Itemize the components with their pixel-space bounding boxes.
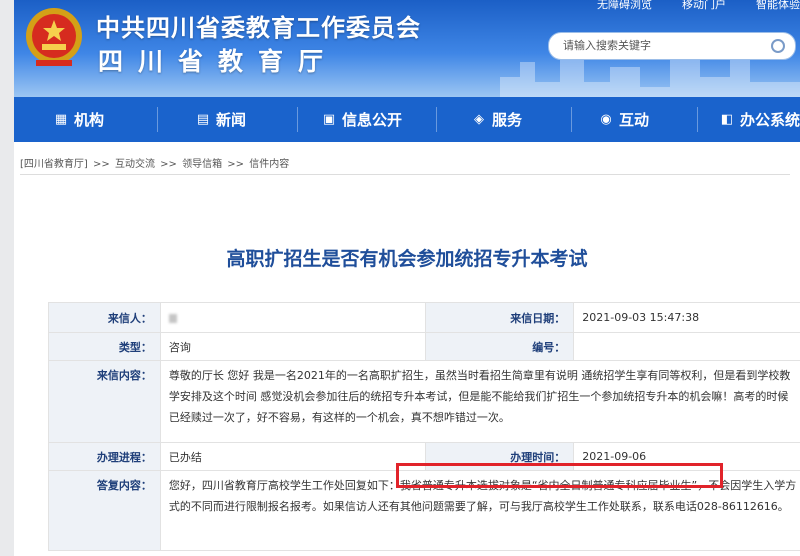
nav-label: 机构 [74, 111, 105, 129]
nav-divider [297, 107, 298, 132]
sender-value [159, 302, 427, 333]
site-title: 中共四川省委教育工作委员会 [96, 14, 421, 42]
reply-label: 答复内容： [48, 470, 161, 551]
nav-divider [697, 107, 698, 132]
top-links: 无障碍浏览 移动门户 智能体验 [597, 0, 800, 12]
table-row: 来信人： 来信日期： 2021-09-03 15:47:38 [48, 302, 800, 333]
page: 中共四川省委教育工作委员会 四川省教育厅 无障碍浏览 移动门户 智能体验 ▦ 机… [0, 0, 800, 556]
content-panel: [四川省教育厅] >> 互动交流 >> 领导信箱 >> 信件内容 高职扩招生是否… [14, 142, 800, 556]
letter-table: 来信人： 来信日期： 2021-09-03 15:47:38 类型： 咨询 编号… [48, 302, 800, 551]
nav-divider [436, 107, 437, 132]
search-box [548, 32, 796, 60]
number-label: 编号： [425, 332, 575, 361]
smart-experience-link[interactable]: 智能体验 [756, 0, 800, 12]
mobile-portal-link[interactable]: 移动门户 [682, 0, 726, 12]
content-value: 尊敬的厅长 您好 我是一名2021年的一名高职扩招生，虽然当时看招生简章里有说明… [159, 360, 800, 443]
nav-label: 信息公开 [342, 111, 403, 129]
breadcrumb-divider [20, 174, 790, 175]
breadcrumb-separator: >> [227, 159, 245, 170]
chat-icon: ◉ [600, 111, 612, 127]
nav-label: 互动 [619, 111, 650, 129]
nav-item-interaction[interactable]: ◉ 互动 [599, 97, 649, 142]
nav-divider [571, 107, 572, 132]
number-value [573, 332, 800, 361]
search-input[interactable] [561, 38, 765, 53]
redacted-name [168, 313, 177, 323]
search-icon[interactable] [771, 39, 785, 53]
info-icon: ▣ [322, 111, 336, 127]
breadcrumb: [四川省教育厅] >> 互动交流 >> 领导信箱 >> 信件内容 [20, 155, 291, 170]
breadcrumb-mailbox-link[interactable]: 领导信箱 [182, 159, 222, 170]
nav-item-service[interactable]: ◈ 服务 [472, 97, 522, 142]
accessibility-link[interactable]: 无障碍浏览 [597, 0, 652, 12]
date-label: 来信日期： [425, 302, 575, 333]
nav-item-institution[interactable]: ▦ 机构 [54, 97, 104, 142]
nav-label: 服务 [492, 111, 523, 129]
breadcrumb-interaction-link[interactable]: 互动交流 [115, 159, 155, 170]
table-row: 类型： 咨询 编号： [48, 332, 800, 361]
nav-item-news[interactable]: ▤ 新闻 [196, 97, 246, 142]
building-icon: ▦ [54, 111, 68, 127]
type-value: 咨询 [159, 332, 427, 361]
article-title: 高职扩招生是否有机会参加统招专升本考试 [226, 248, 588, 270]
type-label: 类型： [48, 332, 161, 361]
nav-divider [157, 107, 158, 132]
national-emblem-icon [26, 8, 82, 66]
office-icon: ◧ [720, 111, 734, 127]
progress-label: 办理进程： [48, 442, 161, 471]
date-value: 2021-09-03 15:47:38 [573, 302, 800, 333]
site-subtitle: 四川省教育厅 [98, 47, 339, 76]
main-nav: ▦ 机构 ▤ 新闻 ▣ 信息公开 ◈ 服务 ◉ 互动 ◧ 办公系统 [14, 97, 800, 142]
news-icon: ▤ [196, 111, 210, 127]
nav-label: 新闻 [216, 111, 247, 129]
highlight-box [396, 463, 723, 488]
sender-label: 来信人： [48, 302, 161, 333]
service-icon: ◈ [474, 111, 484, 127]
progress-value: 已办结 [159, 442, 427, 471]
table-row: 来信内容： 尊敬的厅长 您好 我是一名2021年的一名高职扩招生，虽然当时看招生… [48, 360, 800, 443]
breadcrumb-separator: >> [160, 159, 177, 170]
breadcrumb-separator: >> [93, 159, 110, 170]
content-label: 来信内容： [48, 360, 161, 443]
nav-item-info-public[interactable]: ▣ 信息公开 [322, 97, 402, 142]
nav-item-office[interactable]: ◧ 办公系统 [720, 97, 800, 142]
breadcrumb-home-link[interactable]: [四川省教育厅] [20, 159, 88, 170]
breadcrumb-current: 信件内容 [249, 159, 290, 170]
site-header: 中共四川省委教育工作委员会 四川省教育厅 无障碍浏览 移动门户 智能体验 [14, 0, 800, 97]
nav-label: 办公系统 [740, 111, 800, 129]
